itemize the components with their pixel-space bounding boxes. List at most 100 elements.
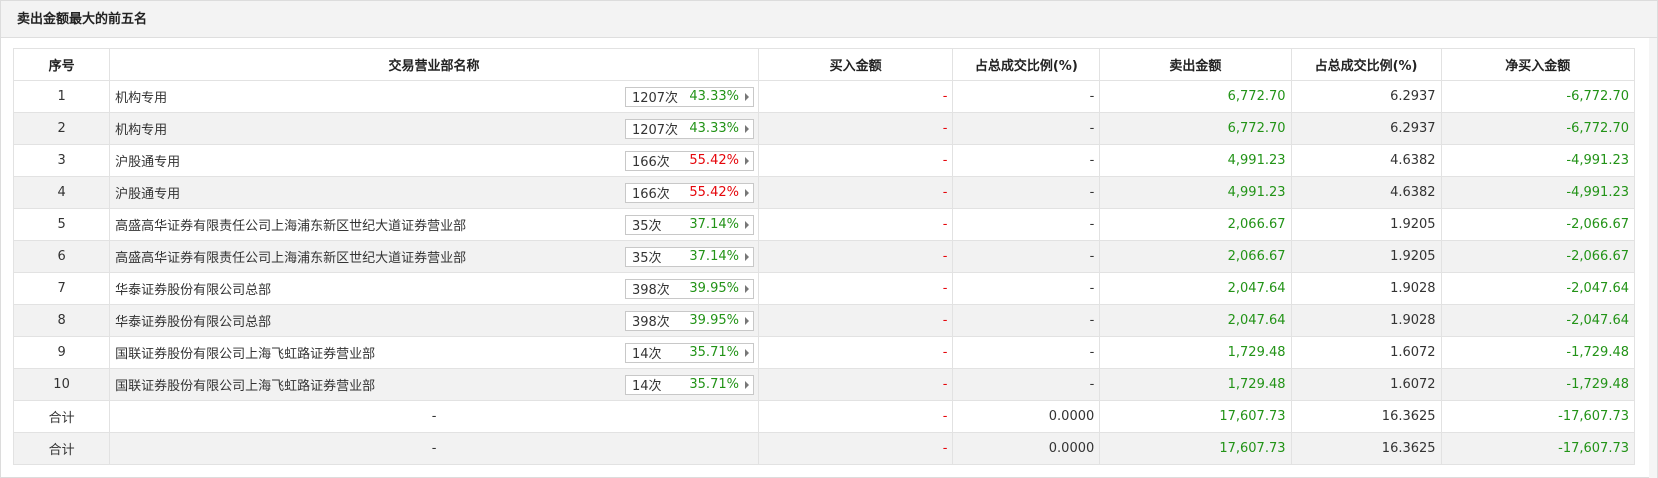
success-rate: 43.33% [689, 89, 739, 104]
broker-name-cell: 机构专用 1207次 43.33% [109, 112, 759, 145]
caret-right-icon [744, 220, 749, 229]
broker-name-link[interactable]: 高盛高华证券有限责任公司上海浦东新区世纪大道证券营业部 [115, 247, 466, 266]
success-rate: 35.71% [689, 345, 739, 360]
row-index: 2 [12, 112, 111, 145]
row-index: 9 [12, 336, 111, 369]
buy-ratio: - [952, 112, 1101, 145]
buy-amount: - [757, 240, 954, 273]
table-row: 10 国联证券股份有限公司上海飞虹路证券营业部 14次 35.71% - -1,729.4… [12, 368, 1636, 401]
caret-right-icon [744, 284, 749, 293]
row-index: 4 [12, 176, 111, 209]
broker-stats-button[interactable]: 1207次 43.33% [624, 86, 754, 107]
buy-amount: - [757, 176, 954, 209]
buy-amount: - [757, 112, 954, 145]
listing-count: 1207次 [631, 91, 679, 106]
buy-ratio: - [952, 176, 1101, 209]
buy-amount: - [757, 272, 954, 305]
broker-name-cell: 高盛高华证券有限责任公司上海浦东新区世纪大道证券营业部 35次 37.14% [109, 240, 759, 273]
total-buy-ratio: 0.0000 [952, 432, 1101, 465]
sell-ratio: 4.6382 [1290, 176, 1442, 209]
table-row: 3 沪股通专用 166次 55.42% - -4,991.23 4.6382 -4,991.2… [12, 144, 1636, 177]
broker-name-cell: 高盛高华证券有限责任公司上海浦东新区世纪大道证券营业部 35次 37.14% [109, 208, 759, 241]
broker-name-link[interactable]: 沪股通专用 [115, 151, 180, 170]
total-label: 合计 [12, 432, 111, 465]
total-sell-amount: 17,607.73 [1099, 400, 1292, 433]
total-buy-amount: - [757, 432, 954, 465]
broker-stats-button[interactable]: 14次 35.71% [624, 342, 754, 363]
total-name: - [109, 400, 759, 433]
broker-stats-button[interactable]: 166次 55.42% [624, 150, 754, 171]
listing-count: 398次 [631, 283, 670, 298]
broker-stats-button[interactable]: 35次 37.14% [624, 246, 754, 267]
sell-amount: 6,772.70 [1099, 112, 1292, 145]
broker-name-link[interactable]: 国联证券股份有限公司上海飞虹路证券营业部 [115, 375, 375, 394]
row-index: 7 [12, 272, 111, 305]
caret-right-icon [744, 188, 749, 197]
success-rate: 37.14% [689, 217, 739, 232]
top-sellers-panel: 卖出金额最大的前五名 序号 交易营业部名称 买入金额 占总成交比例(%) 卖出金… [0, 0, 1658, 478]
listing-count: 35次 [631, 219, 662, 234]
success-rate: 35.71% [689, 377, 739, 392]
table-header-row: 序号 交易营业部名称 买入金额 占总成交比例(%) 卖出金额 占总成交比例(%)… [12, 48, 1636, 81]
total-sell-amount: 17,607.73 [1099, 432, 1292, 465]
table-row: 5 高盛高华证券有限责任公司上海浦东新区世纪大道证券营业部 35次 37.14% - -2… [12, 208, 1636, 241]
broker-stats-button[interactable]: 35次 37.14% [624, 214, 754, 235]
net-buy-amount: -2,066.67 [1440, 208, 1636, 241]
caret-right-icon [744, 92, 749, 101]
total-net-buy: -17,607.73 [1440, 432, 1636, 465]
broker-name-link[interactable]: 沪股通专用 [115, 183, 180, 202]
success-rate: 55.42% [689, 185, 739, 200]
broker-name-cell: 华泰证券股份有限公司总部 398次 39.95% [109, 304, 759, 337]
net-buy-amount: -4,991.23 [1440, 144, 1636, 177]
success-rate: 39.95% [689, 281, 739, 296]
broker-stats-button[interactable]: 14次 35.71% [624, 374, 754, 395]
broker-stats-button[interactable]: 398次 39.95% [624, 310, 754, 331]
sell-amount: 2,047.64 [1099, 304, 1292, 337]
table-row: 9 国联证券股份有限公司上海飞虹路证券营业部 14次 35.71% - -1,729.48… [12, 336, 1636, 369]
sell-amount: 6,772.70 [1099, 80, 1292, 113]
sell-ratio: 6.2937 [1290, 80, 1442, 113]
broker-name-link[interactable]: 华泰证券股份有限公司总部 [115, 279, 271, 298]
total-net-buy: -17,607.73 [1440, 400, 1636, 433]
row-index: 8 [12, 304, 111, 337]
buy-amount: - [757, 304, 954, 337]
sell-ratio: 1.9028 [1290, 272, 1442, 305]
broker-name-link[interactable]: 机构专用 [115, 87, 167, 106]
panel-title: 卖出金额最大的前五名 [1, 1, 1657, 38]
table-row: 2 机构专用 1207次 43.33% - -6,772.70 6.2937 -6,772.7… [12, 112, 1636, 145]
broker-name-link[interactable]: 高盛高华证券有限责任公司上海浦东新区世纪大道证券营业部 [115, 215, 466, 234]
col-header-sell-amount: 卖出金额 [1099, 48, 1292, 81]
total-sell-ratio: 16.3625 [1290, 400, 1442, 433]
total-label: 合计 [12, 400, 111, 433]
total-sell-ratio: 16.3625 [1290, 432, 1442, 465]
sell-amount: 4,991.23 [1099, 144, 1292, 177]
row-index: 5 [12, 208, 111, 241]
buy-ratio: - [952, 240, 1101, 273]
sell-ratio: 1.9205 [1290, 240, 1442, 273]
col-header-index: 序号 [12, 48, 111, 81]
success-rate: 55.42% [689, 153, 739, 168]
broker-name-link[interactable]: 国联证券股份有限公司上海飞虹路证券营业部 [115, 343, 375, 362]
scrollbar[interactable] [1649, 38, 1657, 478]
broker-stats-button[interactable]: 166次 55.42% [624, 182, 754, 203]
sell-ratio: 6.2937 [1290, 112, 1442, 145]
sellers-table: 序号 交易营业部名称 买入金额 占总成交比例(%) 卖出金额 占总成交比例(%)… [12, 48, 1636, 465]
caret-right-icon [744, 380, 749, 389]
broker-name-link[interactable]: 机构专用 [115, 119, 167, 138]
net-buy-amount: -2,047.64 [1440, 272, 1636, 305]
success-rate: 39.95% [689, 313, 739, 328]
sell-amount: 2,066.67 [1099, 208, 1292, 241]
buy-amount: - [757, 144, 954, 177]
broker-stats-button[interactable]: 1207次 43.33% [624, 118, 754, 139]
listing-count: 398次 [631, 315, 670, 330]
listing-count: 166次 [631, 187, 670, 202]
table-row: 1 机构专用 1207次 43.33% - -6,772.70 6.2937 -6,772.7… [12, 80, 1636, 113]
total-row: 合计 - -0.0000 17,607.73 16.3625 -17,607.73 [12, 400, 1636, 433]
buy-ratio: - [952, 80, 1101, 113]
net-buy-amount: -6,772.70 [1440, 80, 1636, 113]
broker-name-link[interactable]: 华泰证券股份有限公司总部 [115, 311, 271, 330]
broker-stats-button[interactable]: 398次 39.95% [624, 278, 754, 299]
net-buy-amount: -6,772.70 [1440, 112, 1636, 145]
sell-ratio: 1.9028 [1290, 304, 1442, 337]
buy-amount: - [757, 208, 954, 241]
